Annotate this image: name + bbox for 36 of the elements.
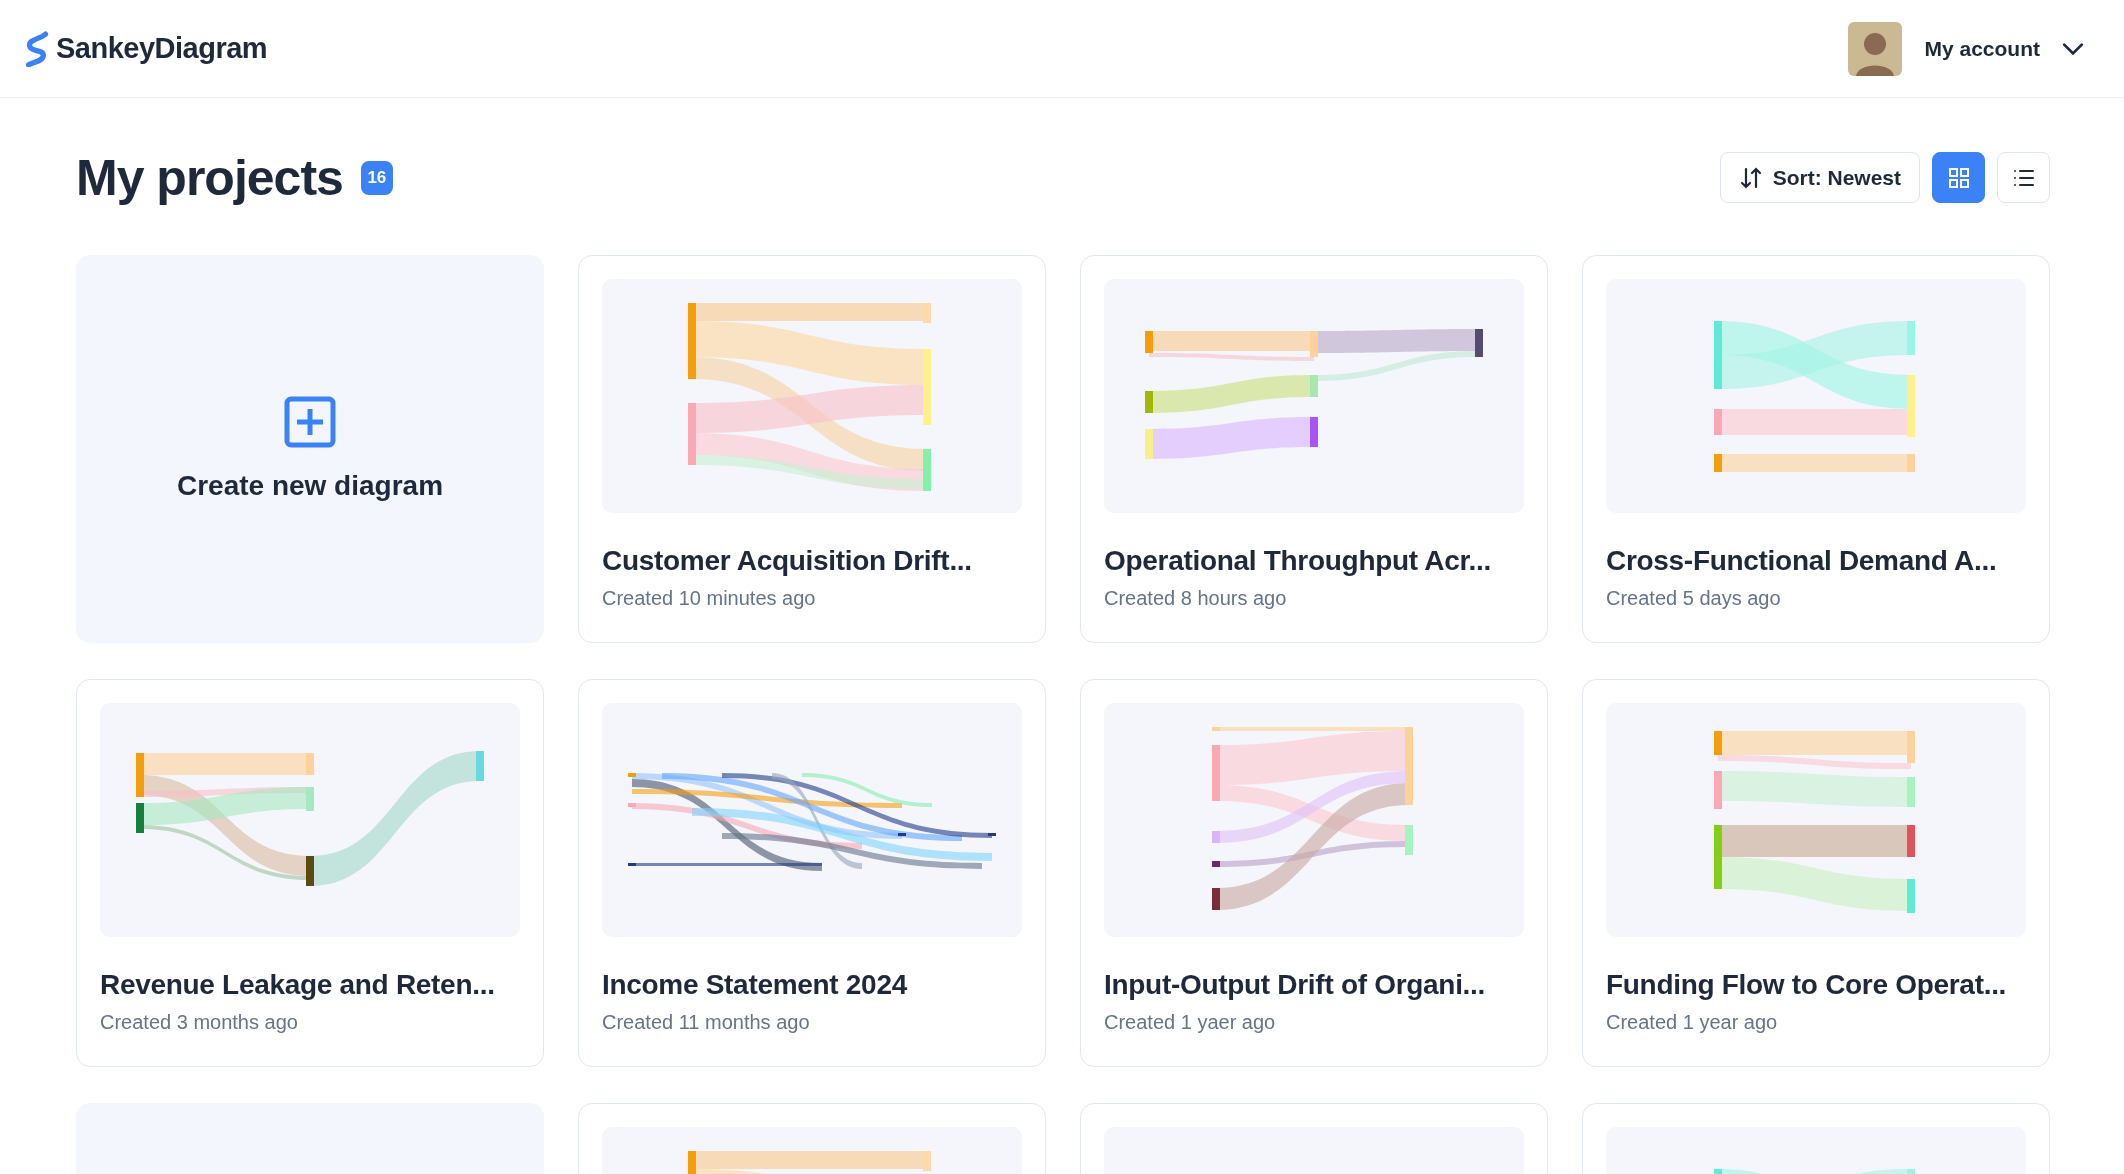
project-card[interactable]: Income Statement 2024 Created 11 months ago [578,679,1046,1067]
plus-square-icon [284,396,336,448]
create-label: Create new diagram [176,470,444,502]
created-date: Created 1 year ago [1606,1011,1779,1034]
grid-view-button[interactable] [1932,152,1985,203]
project-title: Funding Flow to Core Operat... [1606,969,2008,1001]
project-card[interactable]: Funding Flow to Core Operat... Created 1 year ago [1582,679,2050,1067]
project-title: Income Statement 2024 [602,969,909,1001]
project-title: Customer Acquisition Drift... [602,545,973,577]
avatar[interactable] [1848,21,1903,76]
create-diagram-card[interactable]: Create new diagram [76,255,544,643]
project-card[interactable]: Operational Throughput Acr... Created 8 hours ago [1080,255,1548,643]
project-title: Cross-Functional Demand A... [1606,545,1998,577]
logo-text[interactable]: SankeyDiagram [56,32,268,65]
created-date: Created 8 hours ago [1104,587,1288,610]
grid-icon [1946,165,1971,190]
created-date: Created 10 minutes ago [602,587,817,610]
chevron-down-icon [2062,41,2084,56]
created-date: Created 1 yaer ago [1104,1011,1277,1034]
project-title: Input-Output Drift of Organi... [1104,969,1487,1001]
logo-icon [24,30,50,67]
project-card[interactable]: Customer Acquisition Drift... Created 10 minutes ago [578,255,1046,643]
account-menu-button[interactable]: My account [1924,36,2084,61]
page-title: My projects [76,148,343,207]
sort-button[interactable]: Sort: Newest [1719,152,1920,203]
created-date: Created 5 days ago [1606,587,1782,610]
count-badge: 16 [360,160,393,195]
project-card[interactable]: Cross-Functional Demand A... Created 5 days ago [1582,255,2050,643]
sort-icon [1738,165,1763,190]
project-title: Operational Throughput Acr... [1104,545,1492,577]
created-date: Created 11 months ago [602,1011,811,1034]
created-date: Created 3 months ago [100,1011,299,1034]
project-card[interactable]: Input-Output Drift of Organi... Created 1 yaer ago [1080,679,1548,1067]
project-card[interactable]: Revenue Leakage and Reten... Created 3 months ago [76,679,544,1067]
project-title: Revenue Leakage and Reten... [100,969,496,1001]
list-view-button[interactable] [1997,152,2050,203]
